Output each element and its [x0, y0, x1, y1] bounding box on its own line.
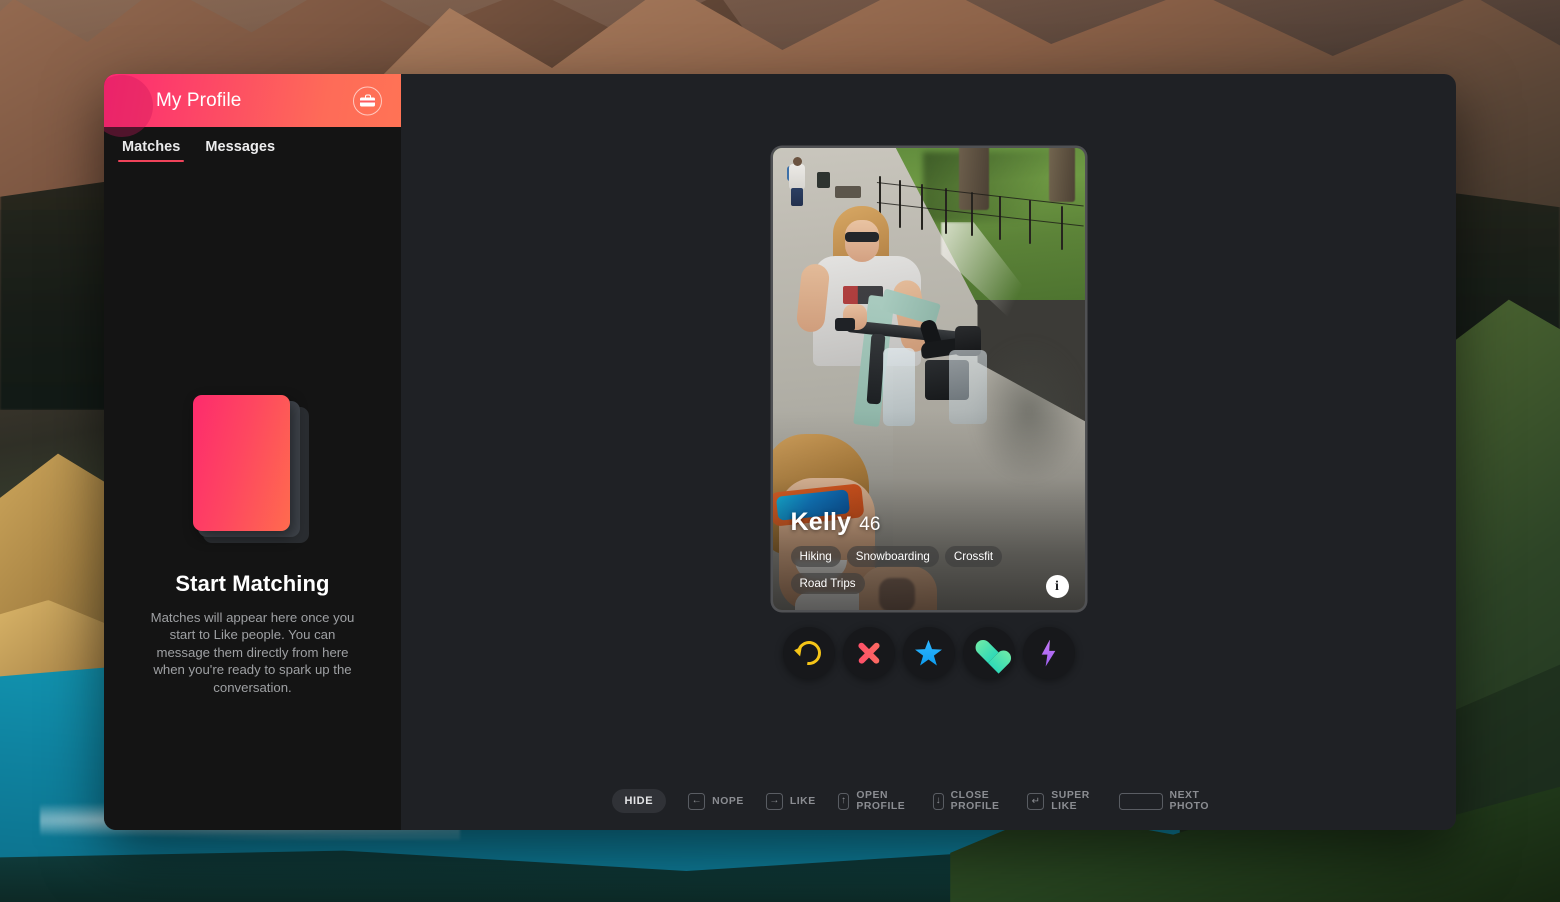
- shortcut-open-profile: ↑ OPEN PROFILE: [837, 790, 911, 812]
- desktop-wallpaper: My Profile Matches Messages Start Matchi…: [0, 0, 1560, 902]
- tag-road-trips: Road Trips: [790, 573, 865, 594]
- rewind-button[interactable]: [782, 627, 835, 679]
- tag-hiking: Hiking: [790, 546, 841, 567]
- lightning-bolt-icon: [1041, 639, 1056, 667]
- card-info: Kelly 46 Hiking Snowboarding Crossfit Ro…: [790, 508, 1067, 594]
- matches-empty-state: Start Matching Matches will appear here …: [104, 167, 401, 830]
- photo-trash-bin: [816, 172, 830, 188]
- empty-state-description: Matches will appear here once you start …: [150, 610, 355, 695]
- briefcase-glyph: [360, 94, 375, 107]
- enter-key-icon: ↵: [1027, 792, 1045, 810]
- photo-woman2-watch: [834, 318, 855, 331]
- boost-button[interactable]: [1022, 627, 1075, 679]
- fence-wire: [876, 202, 1084, 227]
- arrow-up-icon: ↑: [837, 792, 850, 810]
- heart-icon: [975, 641, 1002, 666]
- photo-bench: [834, 186, 861, 198]
- photo-walker-legs: [790, 188, 803, 206]
- nope-button[interactable]: [842, 627, 895, 679]
- shortcut-label: NEXT PHOTO: [1169, 790, 1210, 812]
- shortcut-super-like: ↵ SUPER LIKE: [1027, 790, 1097, 812]
- card-stack-icon: [192, 395, 313, 545]
- card-age: 46: [859, 514, 881, 535]
- page-title: My Profile: [156, 89, 242, 111]
- shortcut-label: SUPER LIKE: [1051, 790, 1090, 812]
- fence-post: [1028, 200, 1031, 244]
- tag-crossfit: Crossfit: [944, 546, 1003, 567]
- shortcut-label: NOPE: [712, 795, 744, 807]
- profile-card[interactable]: Kelly 46 Hiking Snowboarding Crossfit Ro…: [772, 148, 1085, 610]
- shortcut-label: LIKE: [789, 795, 816, 807]
- sidebar-tabs: Matches Messages: [104, 127, 401, 167]
- photo-walker-head: [792, 157, 802, 166]
- keyboard-shortcut-bar: HIDE ← NOPE → LIKE ↑ OPEN PROFILE ↓ CLOS…: [611, 789, 1245, 813]
- card-name: Kelly: [790, 508, 852, 536]
- close-x-icon: [856, 640, 882, 666]
- shortcut-like: → LIKE: [765, 792, 816, 810]
- hide-button[interactable]: HIDE: [611, 789, 667, 813]
- tab-messages[interactable]: Messages: [203, 130, 277, 164]
- super-like-button[interactable]: [902, 627, 955, 679]
- card-name-row: Kelly 46: [791, 508, 1067, 537]
- main-panel: Kelly 46 Hiking Snowboarding Crossfit Ro…: [401, 74, 1456, 830]
- shortcut-label: OPEN PROFILE: [856, 790, 906, 812]
- briefcase-icon[interactable]: [353, 86, 382, 115]
- arrow-down-icon: ↓: [932, 792, 944, 810]
- arrow-left-icon: ←: [688, 792, 706, 810]
- photo-woman2-sunglasses: [844, 232, 879, 242]
- tinder-app-window: My Profile Matches Messages Start Matchi…: [104, 74, 1456, 830]
- shortcut-close-profile: ↓ CLOSE PROFILE: [932, 790, 1006, 812]
- empty-state-title: Start Matching: [175, 571, 330, 596]
- like-button[interactable]: [962, 627, 1015, 679]
- sidebar-header: My Profile: [104, 74, 401, 137]
- fence-post: [998, 196, 1001, 240]
- space-key-icon: [1119, 792, 1163, 810]
- action-buttons: [782, 627, 1075, 679]
- info-icon[interactable]: i: [1045, 575, 1069, 598]
- shortcut-next-photo: NEXT PHOTO: [1119, 790, 1224, 812]
- briefcase-latch: [360, 100, 375, 103]
- arrow-right-icon: →: [765, 792, 783, 810]
- fence-post: [1060, 206, 1063, 250]
- fence-wire: [876, 182, 1084, 207]
- sidebar: My Profile Matches Messages Start Matchi…: [104, 74, 401, 830]
- tag-snowboarding: Snowboarding: [846, 546, 939, 567]
- card-tags: Hiking Snowboarding Crossfit Road Trips: [790, 546, 1027, 594]
- card-stack-front: [192, 395, 290, 531]
- shortcut-label: CLOSE PROFILE: [950, 790, 1000, 812]
- shortcut-nope: ← NOPE: [688, 792, 744, 810]
- tab-matches[interactable]: Matches: [117, 130, 185, 164]
- rewind-icon: [791, 636, 826, 670]
- photo-walker-body: [788, 164, 805, 190]
- star-icon: [915, 640, 942, 666]
